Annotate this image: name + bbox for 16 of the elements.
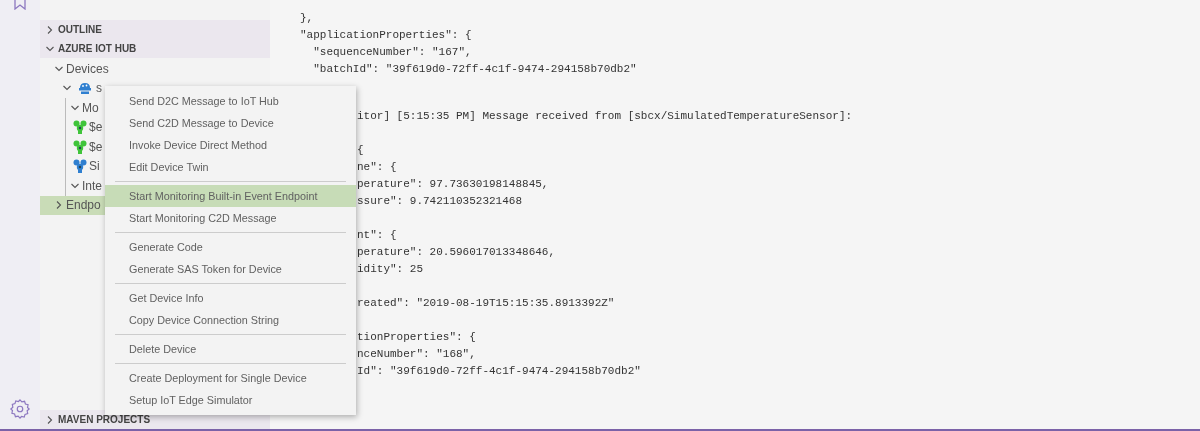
code-line: itor] [5:15:35 PM] Message received from [sbcx/SimulatedTemperatureSensor]: (357, 109, 853, 124)
code-line: "applicationProperties": { (300, 28, 473, 43)
code-line: perature": 97.73630198148845, (357, 177, 550, 192)
code-line: nceNumber": "168", (357, 347, 477, 362)
code-line: "sequenceNumber": "167", (312, 45, 473, 60)
code-line: }, (300, 11, 315, 26)
code-line: "batchId": "39f619d0-72ff-4c1f-9474-294158b70db2" (312, 62, 638, 77)
code-line: perature": 20.596017013348646, (357, 245, 557, 260)
code-line: tionProperties": { (357, 330, 477, 345)
code-line: nt": { (357, 228, 398, 243)
code-line: ne": { (357, 160, 398, 175)
code-line: Id": "39f619d0-72ff-4c1f-9474-294158b70db2" (357, 364, 642, 379)
code-line: idity": 25 (357, 262, 424, 277)
code-line: reated": "2019-08-19T15:15:35.8913392Z" (357, 296, 616, 311)
code-line: { (357, 143, 365, 158)
code-line: ssure": 9.742110352321468 (357, 194, 524, 209)
